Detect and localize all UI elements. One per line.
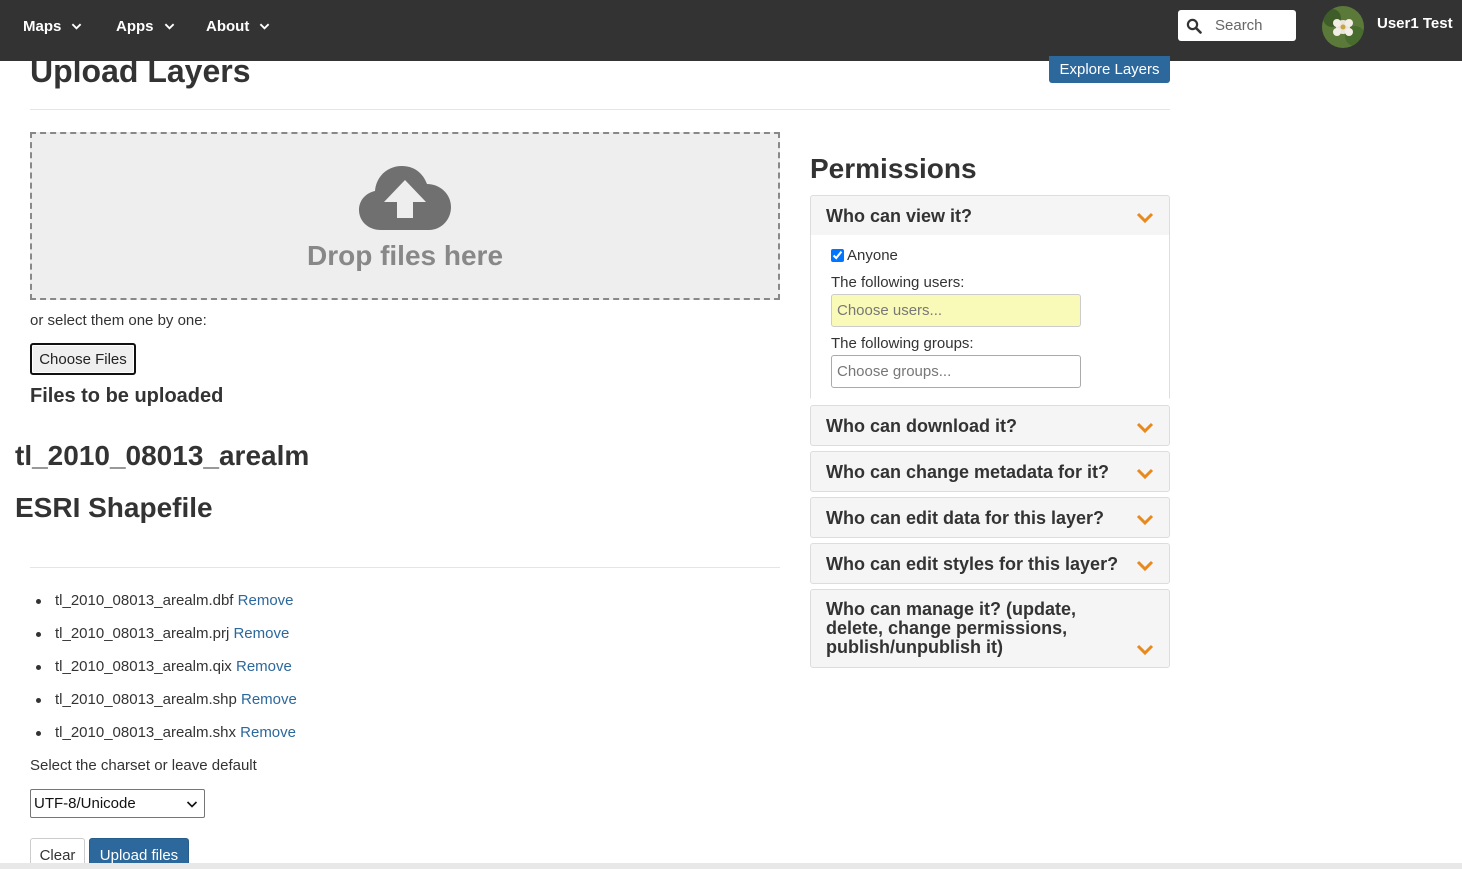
panel-heading-edit-data[interactable]: Who can edit data for this layer? [811, 498, 1169, 529]
nav-apps-menu[interactable]: Apps [116, 0, 175, 52]
panel-title: Who can edit styles for this layer? [826, 554, 1119, 574]
divider [30, 567, 780, 568]
remove-file-link[interactable]: Remove [238, 592, 294, 609]
panel-heading-metadata[interactable]: Who can change metadata for it? [811, 452, 1169, 483]
charset-label: Select the charset or leave default [30, 757, 257, 774]
chevron-down-icon [1136, 514, 1154, 526]
remove-file-link[interactable]: Remove [236, 658, 292, 675]
remove-file-link[interactable]: Remove [240, 724, 296, 741]
layer-type: ESRI Shapefile [15, 492, 213, 523]
permission-panel-metadata[interactable]: Who can change metadata for it? [810, 451, 1170, 492]
permission-panel-edit-data[interactable]: Who can edit data for this layer? [810, 497, 1170, 538]
user-menu[interactable]: User1 Test [1377, 15, 1453, 32]
chevron-down-icon [1136, 560, 1154, 572]
panel-title: Who can change metadata for it? [826, 462, 1110, 482]
permissions-title: Permissions [810, 153, 977, 184]
nav-about-menu[interactable]: About [206, 0, 270, 52]
panel-title: Who can edit data for this layer? [826, 508, 1105, 528]
files-to-upload-heading: Files to be uploaded [30, 385, 224, 407]
drop-files-text: Drop files here [306, 240, 504, 271]
file-name: tl_2010_08013_arealm.shx [55, 724, 236, 741]
permission-panel-view: Who can view it? Anyone The following us… [810, 195, 1170, 400]
remove-file-link[interactable]: Remove [233, 625, 289, 642]
users-input[interactable]: Choose users... [831, 294, 1081, 327]
browser-status-strip [0, 863, 1462, 869]
charset-select[interactable]: UTF-8/Unicode [30, 789, 205, 818]
permission-panel-edit-styles[interactable]: Who can edit styles for this layer? [810, 543, 1170, 584]
anyone-checkbox-label[interactable]: Anyone [831, 247, 898, 264]
anyone-checkbox[interactable] [831, 249, 844, 262]
search-icon [1186, 18, 1202, 34]
groups-input[interactable]: Choose groups... [831, 355, 1081, 388]
users-placeholder: Choose users... [837, 302, 943, 319]
avatar[interactable] [1322, 6, 1364, 48]
page-title: Upload Layers [30, 53, 251, 89]
nav-apps-label: Apps [116, 17, 154, 35]
search-box[interactable] [1178, 10, 1296, 41]
groups-label: The following groups: [831, 335, 974, 352]
nav-maps-label: Maps [23, 17, 62, 35]
nav-maps-menu[interactable]: Maps [23, 0, 82, 52]
permission-panel-manage[interactable]: Who can manage it? (update, delete, chan… [810, 589, 1170, 668]
chevron-down-icon [186, 800, 198, 808]
file-name: tl_2010_08013_arealm.prj [55, 625, 230, 642]
list-item: tl_2010_08013_arealm.shp Remove [36, 690, 297, 723]
cloud-upload-icon [359, 166, 451, 230]
list-item: tl_2010_08013_arealm.prj Remove [36, 624, 297, 657]
panel-heading-edit-styles[interactable]: Who can edit styles for this layer? [811, 544, 1169, 575]
nav-about-label: About [206, 17, 250, 35]
panel-title: Who can download it? [826, 416, 1017, 436]
choose-files-button[interactable]: Choose Files [30, 343, 136, 375]
chevron-down-icon [1136, 212, 1154, 224]
permission-panel-download[interactable]: Who can download it? [810, 405, 1170, 446]
panel-title: Who can view it? [826, 206, 973, 226]
file-drop-zone[interactable]: Drop files here [30, 132, 780, 300]
layer-name: tl_2010_08013_arealm [15, 440, 310, 471]
remove-file-link[interactable]: Remove [241, 691, 297, 708]
divider [30, 109, 1170, 110]
file-name: tl_2010_08013_arealm.qix [55, 658, 232, 675]
file-name: tl_2010_08013_arealm.dbf [55, 592, 234, 609]
charset-value: UTF-8/Unicode [34, 795, 136, 812]
chevron-down-icon [1136, 468, 1154, 480]
chevron-down-icon [1136, 644, 1154, 656]
groups-placeholder: Choose groups... [837, 363, 952, 380]
chevron-down-icon [72, 23, 82, 30]
explore-layers-button[interactable]: Explore Layers [1049, 56, 1170, 83]
file-list: tl_2010_08013_arealm.dbf Remove tl_2010_… [36, 591, 297, 756]
panel-body-view: Anyone The following users: Choose users… [811, 235, 1169, 400]
users-label: The following users: [831, 274, 965, 291]
panel-heading-manage[interactable]: Who can manage it? (update, delete, chan… [811, 590, 1169, 657]
search-input[interactable] [1215, 17, 1293, 34]
panel-heading-download[interactable]: Who can download it? [811, 406, 1169, 437]
anyone-label: Anyone [847, 247, 898, 264]
chevron-down-icon [1136, 422, 1154, 434]
select-files-text: or select them one by one: [30, 312, 207, 329]
chevron-down-icon [260, 23, 270, 30]
list-item: tl_2010_08013_arealm.shx Remove [36, 723, 297, 756]
list-item: tl_2010_08013_arealm.dbf Remove [36, 591, 297, 624]
file-name: tl_2010_08013_arealm.shp [55, 691, 237, 708]
avatar-image [1322, 6, 1364, 48]
panel-heading-view[interactable]: Who can view it? [811, 196, 1169, 227]
panel-title: Who can manage it? (update, delete, chan… [826, 599, 1077, 657]
chevron-down-icon [164, 23, 174, 30]
list-item: tl_2010_08013_arealm.qix Remove [36, 657, 297, 690]
